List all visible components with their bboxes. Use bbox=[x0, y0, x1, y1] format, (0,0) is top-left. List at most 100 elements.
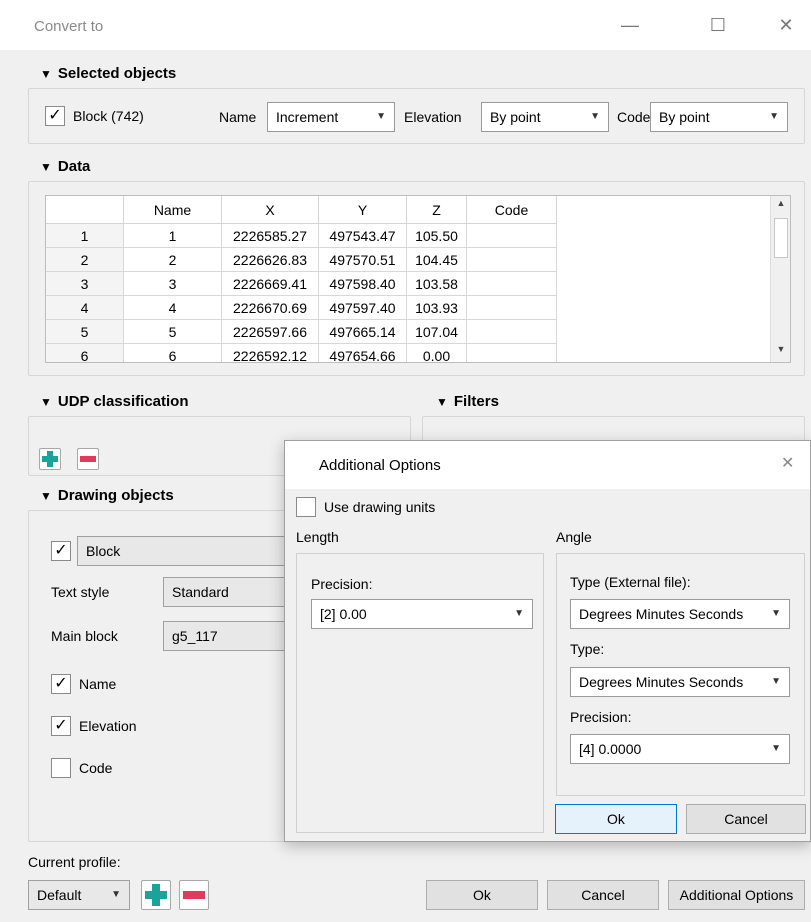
cell-code[interactable] bbox=[467, 344, 557, 362]
text-style-label: Text style bbox=[51, 584, 110, 600]
cell-name[interactable]: 4 bbox=[124, 296, 222, 320]
scrollbar-thumb[interactable] bbox=[774, 218, 788, 258]
cell-y[interactable]: 497665.14 bbox=[319, 320, 407, 344]
minus-icon bbox=[183, 891, 205, 899]
cell-code[interactable] bbox=[467, 296, 557, 320]
cell-z[interactable]: 105.50 bbox=[407, 224, 467, 248]
cell-code[interactable] bbox=[467, 320, 557, 344]
cell-x[interactable]: 2226669.41 bbox=[222, 272, 319, 296]
elevation-label: Elevation bbox=[404, 109, 462, 125]
maximize-button[interactable]: ☐ bbox=[698, 10, 738, 40]
row-header[interactable]: 5 bbox=[46, 320, 124, 344]
chevron-down-icon: ▼ bbox=[769, 111, 779, 122]
elevation-dropdown[interactable]: By point ▼ bbox=[481, 102, 609, 132]
cell-y[interactable]: 497543.47 bbox=[319, 224, 407, 248]
row-header[interactable]: 4 bbox=[46, 296, 124, 320]
cell-z[interactable]: 104.45 bbox=[407, 248, 467, 272]
cell-z[interactable]: 103.58 bbox=[407, 272, 467, 296]
column-header-z[interactable]: Z bbox=[407, 196, 467, 224]
collapse-triangle-icon: ▼ bbox=[40, 489, 52, 503]
column-header-y[interactable]: Y bbox=[319, 196, 407, 224]
cell-y[interactable]: 497570.51 bbox=[319, 248, 407, 272]
dialog-cancel-button[interactable]: Cancel bbox=[686, 804, 806, 834]
section-title: UDP classification bbox=[57, 393, 189, 410]
row-header[interactable]: 1 bbox=[46, 224, 124, 248]
cell-name[interactable]: 3 bbox=[124, 272, 222, 296]
name-dropdown-value: Increment bbox=[276, 109, 339, 125]
dialog-close-button[interactable]: ✕ bbox=[781, 453, 794, 473]
data-table[interactable]: Name X Y Z Code 1 1 2226585.27 497543.47 105… bbox=[45, 195, 791, 363]
length-precision-dropdown[interactable]: [2] 0.00 ▼ bbox=[311, 599, 533, 629]
section-title: Data bbox=[57, 158, 91, 175]
drawing-objects-header[interactable]: ▼ Drawing objects bbox=[40, 487, 174, 504]
cell-name[interactable]: 1 bbox=[124, 224, 222, 248]
name-checkbox[interactable]: ✓ bbox=[51, 674, 71, 694]
cell-y[interactable]: 497597.40 bbox=[319, 296, 407, 320]
cell-name[interactable]: 6 bbox=[124, 344, 222, 362]
type-dropdown[interactable]: Degrees Minutes Seconds ▼ bbox=[570, 667, 790, 697]
elevation-checkbox-label: Elevation bbox=[79, 718, 137, 734]
row-header[interactable]: 3 bbox=[46, 272, 124, 296]
chevron-down-icon: ▼ bbox=[771, 608, 781, 619]
row-header[interactable]: 6 bbox=[46, 344, 124, 362]
cell-name[interactable]: 5 bbox=[124, 320, 222, 344]
profile-dropdown[interactable]: Default ▼ bbox=[28, 880, 130, 910]
column-header-code[interactable]: Code bbox=[467, 196, 557, 224]
remove-profile-button[interactable] bbox=[179, 880, 209, 910]
use-drawing-units-checkbox[interactable] bbox=[296, 497, 316, 517]
cell-x[interactable]: 2226592.12 bbox=[222, 344, 319, 362]
cancel-button[interactable]: Cancel bbox=[547, 880, 659, 910]
add-udp-button[interactable] bbox=[39, 448, 61, 470]
name-checkbox-label: Name bbox=[79, 676, 117, 692]
collapse-triangle-icon: ▼ bbox=[40, 67, 52, 81]
drawing-block-dropdown[interactable]: Block bbox=[77, 536, 307, 566]
selected-objects-header[interactable]: ▼ Selected objects bbox=[40, 65, 176, 82]
row-header[interactable]: 2 bbox=[46, 248, 124, 272]
column-header-x[interactable]: X bbox=[222, 196, 319, 224]
angle-precision-dropdown[interactable]: [4] 0.0000 ▼ bbox=[570, 734, 790, 764]
elevation-checkbox[interactable]: ✓ bbox=[51, 716, 71, 736]
vertical-scrollbar[interactable]: ▲ ▼ bbox=[770, 196, 790, 362]
cell-z[interactable]: 103.93 bbox=[407, 296, 467, 320]
cell-x[interactable]: 2226597.66 bbox=[222, 320, 319, 344]
cell-y[interactable]: 497598.40 bbox=[319, 272, 407, 296]
filters-header[interactable]: ▼ Filters bbox=[436, 393, 499, 410]
minimize-button[interactable]: — bbox=[610, 10, 650, 40]
cell-code[interactable] bbox=[467, 272, 557, 296]
code-dropdown[interactable]: By point ▼ bbox=[650, 102, 788, 132]
cell-code[interactable] bbox=[467, 224, 557, 248]
remove-udp-button[interactable] bbox=[77, 448, 99, 470]
length-label: Length bbox=[296, 529, 339, 545]
scroll-down-icon[interactable]: ▼ bbox=[771, 344, 790, 362]
drawing-block-checkbox[interactable]: ✓ bbox=[51, 541, 71, 561]
collapse-triangle-icon: ▼ bbox=[436, 395, 448, 409]
code-checkbox[interactable] bbox=[51, 758, 71, 778]
block-label: Block (742) bbox=[73, 108, 144, 124]
cell-x[interactable]: 2226585.27 bbox=[222, 224, 319, 248]
ok-button[interactable]: Ok bbox=[426, 880, 538, 910]
angle-precision-label: Precision: bbox=[570, 709, 632, 725]
data-header[interactable]: ▼ Data bbox=[40, 158, 90, 175]
additional-options-button[interactable]: Additional Options bbox=[668, 880, 805, 910]
name-dropdown[interactable]: Increment ▼ bbox=[267, 102, 395, 132]
name-label: Name bbox=[219, 109, 257, 125]
dialog-ok-button[interactable]: Ok bbox=[555, 804, 677, 834]
use-drawing-units-label: Use drawing units bbox=[324, 499, 436, 515]
type-external-dropdown[interactable]: Degrees Minutes Seconds ▼ bbox=[570, 599, 790, 629]
cell-name[interactable]: 2 bbox=[124, 248, 222, 272]
close-button[interactable]: ✕ bbox=[766, 10, 806, 40]
cell-code[interactable] bbox=[467, 248, 557, 272]
cell-z[interactable]: 0.00 bbox=[407, 344, 467, 362]
scroll-up-icon[interactable]: ▲ bbox=[771, 198, 790, 216]
chevron-down-icon: ▼ bbox=[514, 608, 524, 619]
add-profile-button[interactable] bbox=[141, 880, 171, 910]
cell-x[interactable]: 2226670.69 bbox=[222, 296, 319, 320]
udp-classification-header[interactable]: ▼ UDP classification bbox=[40, 393, 189, 410]
column-header-name[interactable]: Name bbox=[124, 196, 222, 224]
cell-x[interactable]: 2226626.83 bbox=[222, 248, 319, 272]
cell-z[interactable]: 107.04 bbox=[407, 320, 467, 344]
block-checkbox[interactable]: ✓ bbox=[45, 106, 65, 126]
section-title: Filters bbox=[453, 393, 499, 410]
chevron-down-icon: ▼ bbox=[590, 111, 600, 122]
cell-y[interactable]: 497654.66 bbox=[319, 344, 407, 362]
